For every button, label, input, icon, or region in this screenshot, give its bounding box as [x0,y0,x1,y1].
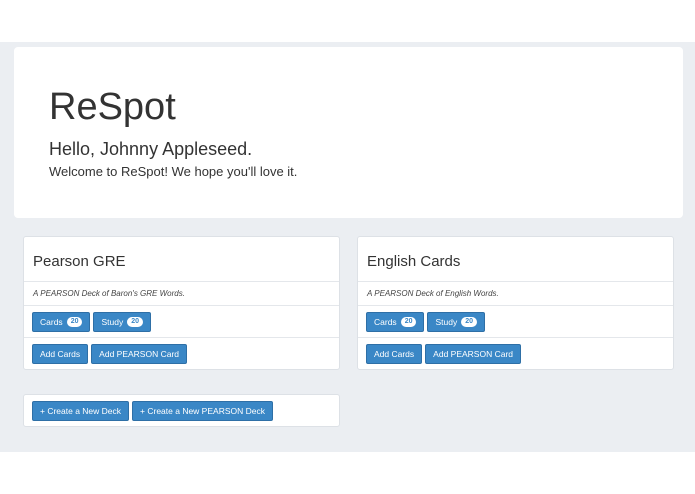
deck-description: A PEARSON Deck of English Words. [358,282,673,306]
add-cards-button[interactable]: Add Cards [366,344,423,364]
deck-actions-row: Cards 20 Study 20 [24,306,339,338]
study-button[interactable]: Study 20 [427,311,486,332]
cards-count-badge: 20 [400,316,417,327]
add-pearson-card-button[interactable]: Add PEARSON Card [91,344,188,364]
add-cards-button[interactable]: Add Cards [32,344,89,364]
cards-button-label: Cards [374,316,397,327]
add-pearson-card-button[interactable]: Add PEARSON Card [425,344,522,364]
welcome-message: Welcome to ReSpot! We hope you'll love i… [49,164,298,179]
create-new-pearson-deck-button[interactable]: + Create a New PEARSON Deck [132,400,273,421]
cards-button-label: Cards [40,316,63,327]
app-title: ReSpot [49,86,176,128]
create-new-deck-button[interactable]: + Create a New Deck [32,400,130,421]
user-greeting: Hello, Johnny Appleseed. [49,139,253,159]
deck-panel-english-cards: English Cards A PEARSON Deck of English … [357,236,674,370]
create-deck-panel: + Create a New Deck + Create a New PEARS… [23,394,340,427]
cards-button[interactable]: Cards 20 [32,311,91,332]
deck-panel-pearson-gre: Pearson GRE A PEARSON Deck of Baron's GR… [23,236,340,370]
deck-add-row: Add Cards Add PEARSON Card [358,338,673,370]
study-button-label: Study [435,316,458,327]
study-count-badge: 20 [461,316,478,327]
cards-button[interactable]: Cards 20 [366,311,425,332]
deck-description: A PEARSON Deck of Baron's GRE Words. [24,282,339,306]
cards-count-badge: 20 [66,316,83,327]
deck-title: English Cards [367,252,461,270]
deck-add-row: Add Cards Add PEARSON Card [24,338,339,370]
study-button[interactable]: Study 20 [93,311,152,332]
welcome-jumbotron: ReSpot Hello, Johnny Appleseed. Welcome … [14,47,683,218]
study-button-label: Study [101,316,124,327]
deck-title: Pearson GRE [33,252,126,270]
deck-actions-row: Cards 20 Study 20 [358,306,673,338]
deck-heading: English Cards [358,237,673,282]
top-navbar [0,0,695,42]
deck-heading: Pearson GRE [24,237,339,282]
study-count-badge: 20 [127,316,144,327]
